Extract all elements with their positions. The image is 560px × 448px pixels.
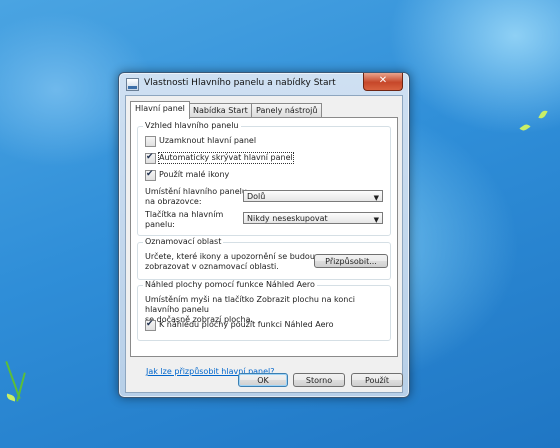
checkbox-box[interactable] [145, 152, 156, 164]
leaf-decoration [519, 122, 531, 133]
window-app-icon [126, 78, 139, 91]
tab-panel-taskbar: Vzhled hlavního panelu Uzamknout hlavní … [130, 117, 398, 357]
description-line: Umístěním myši na tlačítko Zobrazit ploc… [145, 295, 355, 314]
taskbar-buttons-select[interactable]: Nikdy neseskupovat ▼ [243, 212, 383, 224]
group-taskbar-appearance: Vzhled hlavního panelu Uzamknout hlavní … [137, 121, 391, 236]
description-line: zobrazovat v oznamovací oblasti. [145, 262, 279, 271]
group-title: Vzhled hlavního panelu [143, 121, 241, 130]
ok-button[interactable]: OK [238, 373, 288, 387]
checkbox-label: Použít malé ikony [159, 170, 230, 179]
description-line: Určete, které ikony a upozornění se budo… [145, 252, 315, 261]
buttons-label-line: panelu: [145, 220, 175, 229]
customize-button[interactable]: Přizpůsobit... [314, 254, 388, 268]
cancel-button[interactable]: Storno [293, 373, 345, 387]
group-title: Oznamovací oblast [143, 237, 224, 246]
buttons-label: Tlačítka na hlavním panelu: [145, 210, 223, 230]
leaf-decoration [5, 393, 17, 402]
notification-description: Určete, které ikony a upozornění se budo… [145, 252, 315, 272]
window-title: Vlastnosti Hlavního panelu a nabídky Sta… [144, 78, 336, 88]
checkbox-label: Automaticky skrývat hlavní panel [158, 152, 294, 164]
close-button[interactable]: ✕ [363, 73, 403, 91]
apply-button[interactable]: Použít [351, 373, 403, 387]
chevron-down-icon: ▼ [373, 216, 379, 224]
group-title: Náhled plochy pomocí funkce Náhled Aero [143, 280, 317, 289]
grass-decoration [16, 372, 26, 402]
group-notification-area: Oznamovací oblast Určete, které ikony a … [137, 237, 391, 280]
group-aero-peek: Náhled plochy pomocí funkce Náhled Aero … [137, 280, 391, 341]
location-label: Umístění hlavního panelu na obrazovce: [145, 187, 247, 207]
tab-taskbar[interactable]: Hlavní panel [130, 101, 190, 119]
title-bar[interactable]: Vlastnosti Hlavního panelu a nabídky Sta… [119, 73, 409, 95]
location-label-line: Umístění hlavního panelu [145, 187, 247, 196]
location-label-line: na obrazovce: [145, 197, 202, 206]
taskbar-properties-dialog: Vlastnosti Hlavního panelu a nabídky Sta… [118, 72, 410, 398]
checkbox-box[interactable] [145, 319, 156, 331]
checkbox-box[interactable] [145, 136, 156, 147]
tab-toolbars[interactable]: Panely nástrojů [251, 103, 323, 118]
taskbar-location-select[interactable]: Dolů ▼ [243, 190, 383, 202]
checkbox-label: Uzamknout hlavní panel [159, 136, 257, 145]
dialog-client-area: Hlavní panel Nabídka Start Panely nástro… [125, 95, 403, 393]
select-value: Nikdy neseskupovat [247, 214, 328, 223]
chevron-down-icon: ▼ [373, 194, 379, 202]
checkbox-box[interactable] [145, 169, 156, 181]
buttons-label-line: Tlačítka na hlavním [145, 210, 224, 219]
checkbox-label: K náhledu plochy použít funkci Náhled Ae… [159, 320, 334, 329]
select-value: Dolů [247, 192, 266, 201]
leaf-decoration [538, 108, 548, 121]
tab-start-menu[interactable]: Nabídka Start [188, 103, 253, 118]
